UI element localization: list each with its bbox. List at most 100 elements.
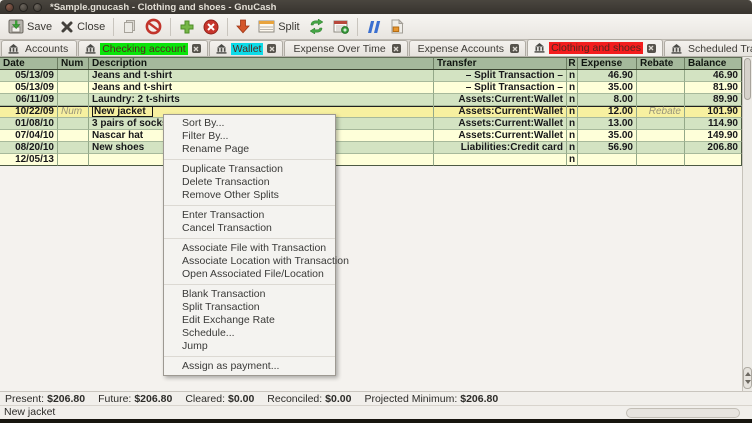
- cell-rebate[interactable]: [637, 94, 685, 106]
- split-button[interactable]: Split: [254, 18, 303, 35]
- cell-transfer[interactable]: Assets:Current:Wallet: [434, 130, 567, 142]
- cell-date[interactable]: 05/13/09: [0, 82, 58, 94]
- cell-balance[interactable]: 206.80: [685, 142, 742, 154]
- tab-close-icon[interactable]: [392, 44, 401, 53]
- scroll-down-icon[interactable]: [745, 380, 751, 384]
- window-minimize-button[interactable]: [19, 3, 28, 12]
- description-edit-field[interactable]: New jacket: [92, 106, 153, 117]
- table-row[interactable]: 06/11/09 Laundry: 2 t-shirtsAssets:Curren…: [0, 94, 742, 106]
- tab-close-icon[interactable]: [192, 44, 201, 53]
- cell-balance[interactable]: 149.90: [685, 130, 742, 142]
- cell-expense[interactable]: 56.90: [578, 142, 637, 154]
- cell-rebate[interactable]: [637, 118, 685, 130]
- menu-item-filter-by[interactable]: Filter By...: [164, 130, 335, 143]
- menu-item-associate-file-with-transaction[interactable]: Associate File with Transaction: [164, 242, 335, 255]
- cell-num[interactable]: [58, 118, 89, 130]
- cell-rebate[interactable]: [637, 130, 685, 142]
- scrollbar-thumb[interactable]: [744, 58, 751, 100]
- tab-close-icon[interactable]: [647, 44, 656, 53]
- cell-description[interactable]: Laundry: 2 t-shirts: [89, 94, 434, 106]
- tab-checking-account[interactable]: Checking account: [78, 40, 207, 56]
- menu-item-delete-transaction[interactable]: Delete Transaction: [164, 176, 335, 189]
- cell-rebate[interactable]: [637, 70, 685, 82]
- table-row[interactable]: 05/13/09 Jeans and t-shirt– Split Transac…: [0, 82, 742, 94]
- assign-payment-button[interactable]: [386, 17, 408, 36]
- cell-date[interactable]: 06/11/09: [0, 94, 58, 106]
- menu-item-jump[interactable]: Jump: [164, 340, 335, 353]
- tab-scheduled-transactions[interactable]: Scheduled Transactions: [664, 40, 752, 56]
- cell-balance[interactable]: 89.90: [685, 94, 742, 106]
- tab-accounts[interactable]: Accounts: [1, 40, 77, 56]
- column-header-expense[interactable]: Expense: [578, 58, 637, 69]
- cell-balance[interactable]: 114.90: [685, 118, 742, 130]
- menu-item-cancel-transaction[interactable]: Cancel Transaction: [164, 222, 335, 235]
- blank-transaction-button[interactable]: [232, 17, 254, 36]
- window-close-button[interactable]: [5, 3, 14, 12]
- cell-num[interactable]: [58, 70, 89, 82]
- cell-date[interactable]: 10/22/09: [0, 106, 58, 118]
- cell-expense[interactable]: 35.00: [578, 130, 637, 142]
- menu-item-assign-as-payment[interactable]: Assign as payment...: [164, 360, 335, 373]
- cell-expense[interactable]: [578, 154, 637, 166]
- cell-date[interactable]: 12/05/13: [0, 154, 58, 166]
- cell-transfer[interactable]: – Split Transaction –: [434, 82, 567, 94]
- cell-reconcile[interactable]: n: [567, 94, 578, 106]
- tab-close-icon[interactable]: [510, 44, 519, 53]
- transfer-button[interactable]: [304, 17, 329, 36]
- cell-rebate[interactable]: Rebate: [637, 106, 685, 118]
- cell-num[interactable]: [58, 154, 89, 166]
- cell-num[interactable]: Num: [58, 106, 89, 118]
- cell-transfer[interactable]: [434, 154, 567, 166]
- close-button[interactable]: Close: [56, 18, 109, 36]
- column-header-r[interactable]: R: [567, 58, 578, 69]
- cell-date[interactable]: 05/13/09: [0, 70, 58, 82]
- save-button[interactable]: Save: [4, 17, 56, 36]
- scroll-up-icon[interactable]: [745, 372, 751, 376]
- table-row[interactable]: 05/13/09 Jeans and t-shirt– Split Transac…: [0, 70, 742, 82]
- menu-item-enter-transaction[interactable]: Enter Transaction: [164, 209, 335, 222]
- cell-balance[interactable]: [685, 154, 742, 166]
- menu-item-rename-page[interactable]: Rename Page: [164, 143, 335, 156]
- cell-rebate[interactable]: [637, 142, 685, 154]
- cell-reconcile[interactable]: n: [567, 130, 578, 142]
- add-transaction-button[interactable]: [175, 17, 199, 37]
- cell-transfer[interactable]: – Split Transaction –: [434, 70, 567, 82]
- table-row[interactable]: 10/22/09NumNew jacket Assets:Current:Wall…: [0, 106, 742, 118]
- cell-reconcile[interactable]: n: [567, 154, 578, 166]
- menu-item-sort-by[interactable]: Sort By...: [164, 117, 335, 130]
- cell-num[interactable]: [58, 130, 89, 142]
- cell-transfer[interactable]: Assets:Current:Wallet: [434, 94, 567, 106]
- window-maximize-button[interactable]: [33, 3, 42, 12]
- cell-transfer[interactable]: Assets:Current:Wallet: [434, 106, 567, 118]
- cell-num[interactable]: [58, 82, 89, 94]
- column-header-date[interactable]: Date: [0, 58, 58, 69]
- tab-clothing-and-shoes[interactable]: Clothing and shoes: [527, 39, 663, 56]
- cell-expense[interactable]: 8.00: [578, 94, 637, 106]
- cell-num[interactable]: [58, 94, 89, 106]
- cell-balance[interactable]: 46.90: [685, 70, 742, 82]
- schedule-button[interactable]: [329, 17, 353, 36]
- cell-description[interactable]: Jeans and t-shirt: [89, 70, 434, 82]
- menu-item-split-transaction[interactable]: Split Transaction: [164, 301, 335, 314]
- menu-item-open-associated-file-location[interactable]: Open Associated File/Location: [164, 268, 335, 281]
- cell-expense[interactable]: 46.90: [578, 70, 637, 82]
- column-header-num[interactable]: Num: [58, 58, 89, 69]
- cell-rebate[interactable]: [637, 154, 685, 166]
- menu-item-remove-other-splits[interactable]: Remove Other Splits: [164, 189, 335, 202]
- scrollbar-steppers[interactable]: [743, 367, 752, 389]
- cell-description[interactable]: Jeans and t-shirt: [89, 82, 434, 94]
- cell-num[interactable]: [58, 142, 89, 154]
- cell-reconcile[interactable]: n: [567, 106, 578, 118]
- table-row[interactable]: 07/04/10Nascar hatAssets:Current:Walletn…: [0, 130, 742, 142]
- delete-transaction-button[interactable]: [199, 17, 223, 37]
- cell-reconcile[interactable]: n: [567, 118, 578, 130]
- menu-item-schedule[interactable]: Schedule...: [164, 327, 335, 340]
- cell-reconcile[interactable]: n: [567, 70, 578, 82]
- tab-close-icon[interactable]: [267, 44, 276, 53]
- column-header-rebate[interactable]: Rebate: [637, 58, 685, 69]
- table-row[interactable]: 01/08/103 pairs of socksAssets:Current:W…: [0, 118, 742, 130]
- menu-item-associate-location-with-transaction[interactable]: Associate Location with Transaction: [164, 255, 335, 268]
- cell-balance[interactable]: 81.90: [685, 82, 742, 94]
- cell-reconcile[interactable]: n: [567, 82, 578, 94]
- menu-item-blank-transaction[interactable]: Blank Transaction: [164, 288, 335, 301]
